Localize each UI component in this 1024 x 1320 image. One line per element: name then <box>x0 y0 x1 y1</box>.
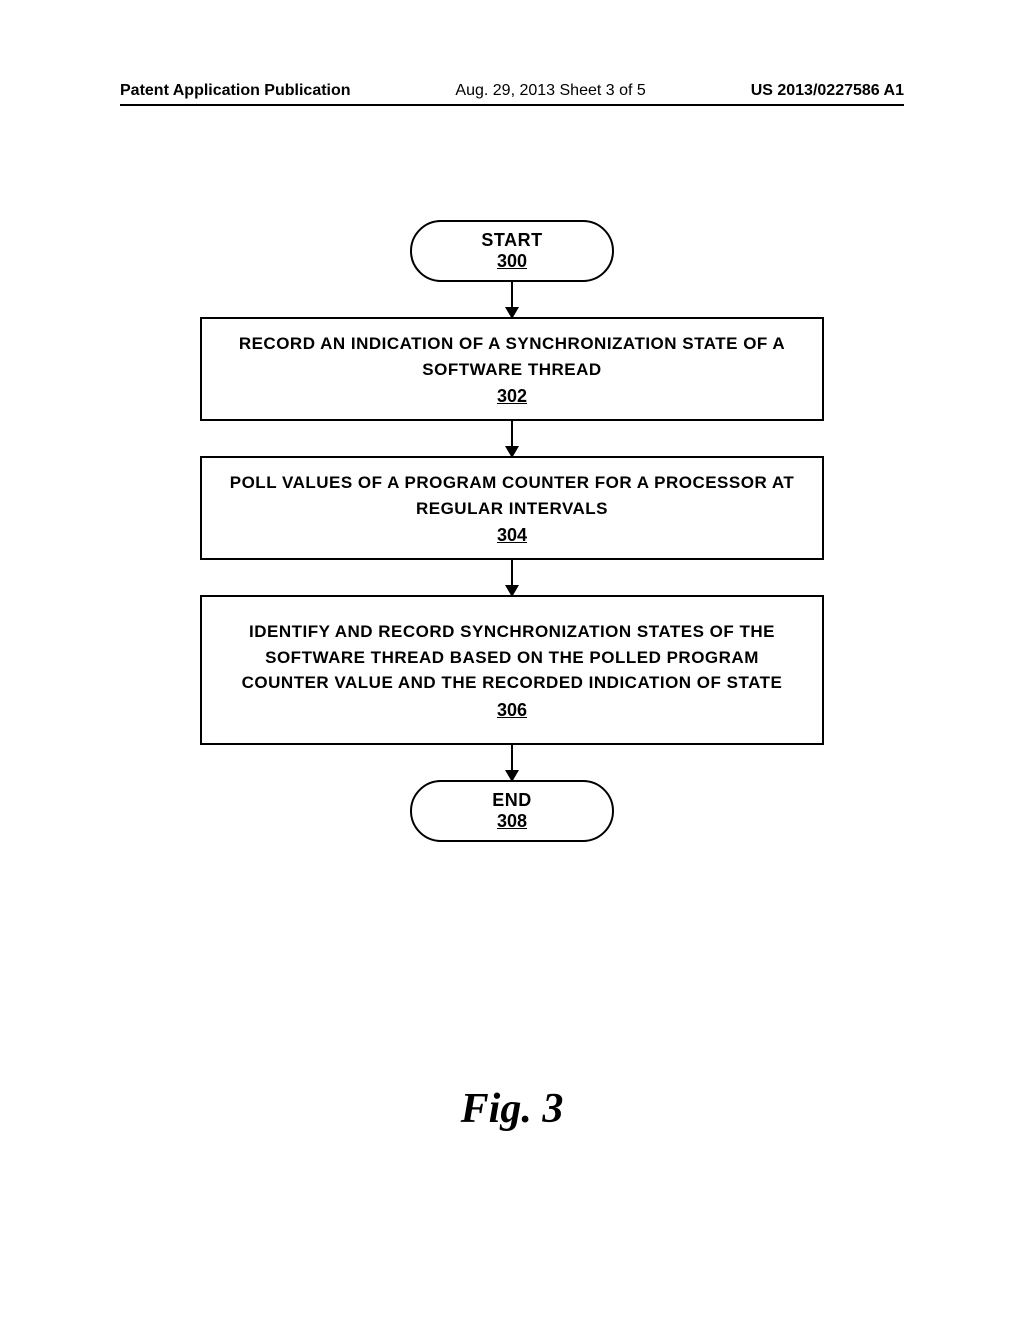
arrow-icon <box>511 421 513 456</box>
header-center: Aug. 29, 2013 Sheet 3 of 5 <box>455 82 645 100</box>
flowchart-end: END 308 <box>410 780 614 842</box>
flowchart-container: START 300 RECORD AN INDICATION OF A SYNC… <box>0 220 1024 842</box>
flowchart-step-302: RECORD AN INDICATION OF A SYNCHRONIZATIO… <box>200 317 824 421</box>
start-label: START <box>452 230 572 251</box>
end-label: END <box>452 790 572 811</box>
end-num: 308 <box>452 811 572 832</box>
arrow-icon <box>511 745 513 780</box>
header-rule <box>120 104 904 106</box>
step-text: RECORD AN INDICATION OF A SYNCHRONIZATIO… <box>222 331 802 382</box>
start-num: 300 <box>452 251 572 272</box>
step-text: IDENTIFY AND RECORD SYNCHRONIZATION STAT… <box>222 619 802 696</box>
header-left: Patent Application Publication <box>120 82 351 100</box>
step-num: 302 <box>222 386 802 407</box>
step-num: 306 <box>222 700 802 721</box>
arrow-icon <box>511 560 513 595</box>
page-header: Patent Application Publication Aug. 29, … <box>0 82 1024 100</box>
arrow-icon <box>511 282 513 317</box>
header-right: US 2013/0227586 A1 <box>751 82 904 100</box>
flowchart-step-304: POLL VALUES OF A PROGRAM COUNTER FOR A P… <box>200 456 824 560</box>
step-num: 304 <box>222 525 802 546</box>
figure-label: Fig. 3 <box>0 1085 1024 1133</box>
flowchart-start: START 300 <box>410 220 614 282</box>
flowchart-step-306: IDENTIFY AND RECORD SYNCHRONIZATION STAT… <box>200 595 824 745</box>
step-text: POLL VALUES OF A PROGRAM COUNTER FOR A P… <box>222 470 802 521</box>
